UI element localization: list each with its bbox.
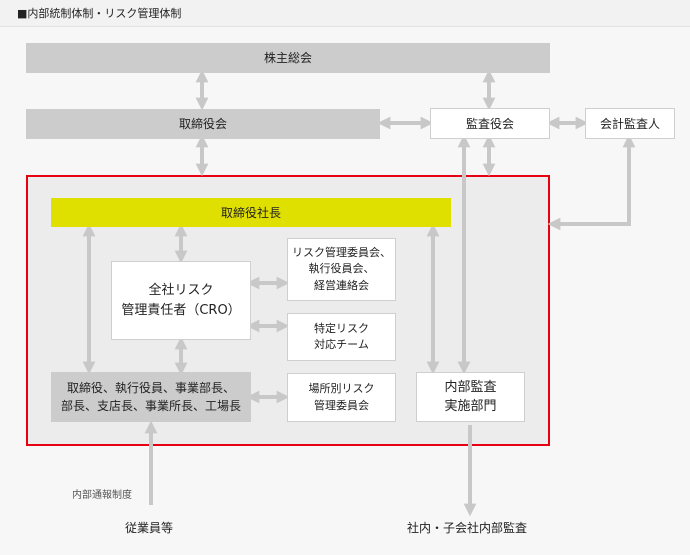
- employees-label: 従業員等: [125, 521, 174, 535]
- accounting-auditor-box: 会計監査人: [585, 108, 675, 139]
- board-of-directors-box: 取締役会: [26, 109, 380, 139]
- specific-risk-team-box: 特定リスク 対応チーム: [287, 313, 396, 361]
- whistleblowing-label: 内部通報制度: [72, 490, 132, 501]
- group-internal-audit-label: 社内・子会社内部監査: [407, 521, 528, 535]
- shareholders-meeting-box: 株主総会: [26, 43, 550, 73]
- site-risk-committee-box: 場所別リスク 管理委員会: [287, 373, 396, 422]
- executives-box: 取締役、執行役員、事業部長、 部長、支店長、事業所長、工場長: [51, 372, 251, 422]
- internal-audit-dept-box: 内部監査 実施部門: [416, 372, 525, 422]
- cro-box: 全社リスク 管理責任者（CRO）: [111, 261, 251, 340]
- arrow-accounting-frame: [547, 134, 636, 231]
- risk-committee-box: リスク管理委員会、 執行役員会、 経営連絡会: [287, 238, 396, 301]
- president-box: 取締役社長: [51, 198, 451, 227]
- audit-board-box: 監査役会: [430, 108, 550, 139]
